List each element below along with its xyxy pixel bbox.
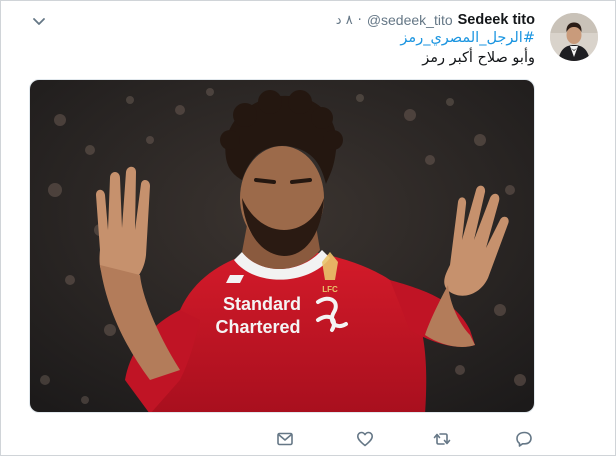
tweet-header: Sedeek tito @sedeek_tito · ٨ د [336,10,535,30]
chevron-down-icon[interactable] [31,14,47,28]
crest-label: LFC [322,285,338,294]
reply-icon[interactable] [513,429,535,449]
separator: · [357,12,362,28]
tweet-actions [271,429,541,449]
author-name[interactable]: Sedeek tito [458,12,535,28]
heart-icon[interactable] [354,429,376,449]
sponsor-line2: Chartered [215,317,300,337]
tweet-photo[interactable]: LFC Standard Chartered [29,79,535,413]
sponsor-line1: Standard [223,294,301,314]
hashtag-link[interactable]: #الرجل_المصري_رمز [400,30,535,46]
envelope-icon[interactable] [274,429,296,449]
avatar[interactable] [550,13,598,61]
retweet-icon[interactable] [431,429,453,449]
tweet-card[interactable]: Sedeek tito @sedeek_tito · ٨ د #الرجل_ال… [0,0,616,456]
timestamp[interactable]: ٨ د [336,13,353,28]
tweet-text: وأبو صلاح أكبر رمز [422,50,535,66]
author-handle[interactable]: @sedeek_tito [367,12,453,28]
